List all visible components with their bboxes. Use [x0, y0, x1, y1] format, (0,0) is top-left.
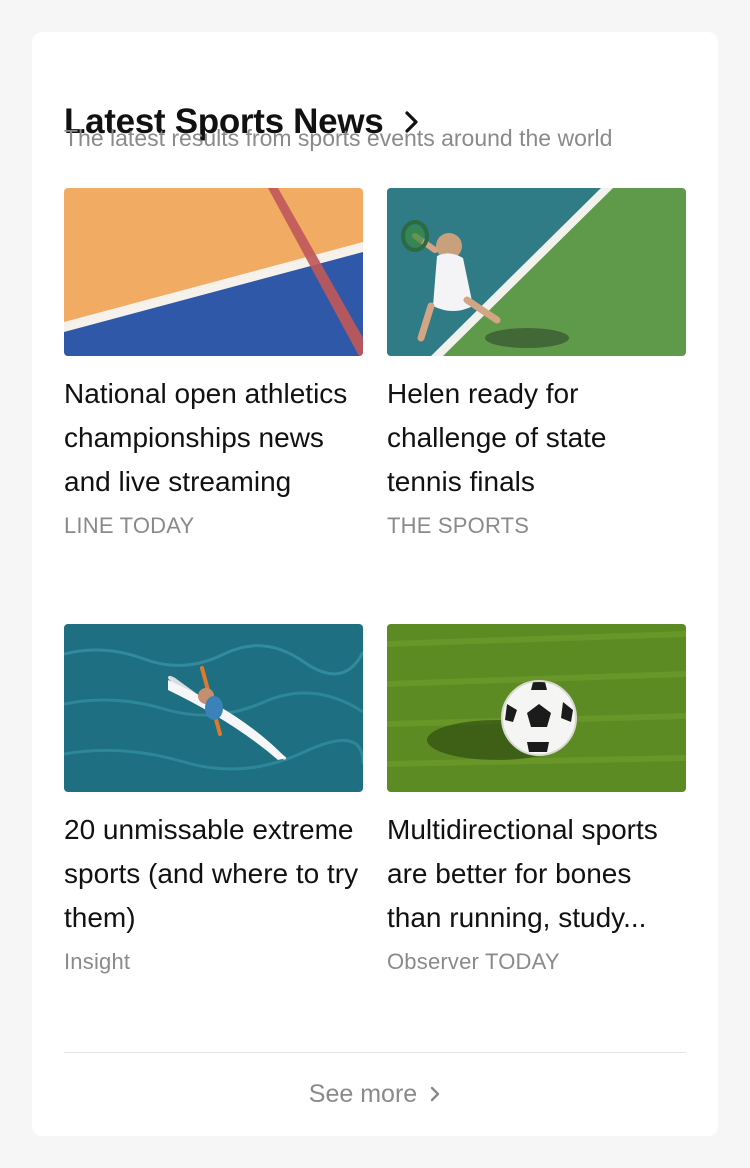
article-card[interactable]: Multidirectional sports are better for b… — [387, 624, 686, 984]
article-source: Observer TODAY — [387, 949, 560, 974]
track-court-image — [64, 188, 363, 356]
footer-divider — [64, 1052, 686, 1053]
section-subtitle: The latest results from sports events ar… — [64, 125, 613, 151]
sports-news-card: Latest Sports News The latest results fr… — [32, 32, 718, 1136]
article-headline[interactable]: 20 unmissable extreme sports (and where … — [64, 808, 363, 940]
chevron-right-icon[interactable] — [429, 1085, 441, 1103]
tennis-player-image — [387, 188, 686, 356]
article-source: LINE TODAY — [64, 513, 195, 538]
article-card[interactable]: Helen ready for challenge of state tenni… — [387, 188, 686, 548]
soccer-ball-image — [387, 624, 686, 792]
article-card[interactable]: 20 unmissable extreme sports (and where … — [64, 624, 363, 984]
see-more-button[interactable]: See more — [32, 1072, 718, 1116]
article-headline[interactable]: Helen ready for challenge of state tenni… — [387, 372, 686, 504]
article-headline[interactable]: National open athletics championships ne… — [64, 372, 363, 504]
see-more-label[interactable]: See more — [309, 1080, 417, 1109]
paddleboard-image — [64, 624, 363, 792]
article-source: THE SPORTS — [387, 513, 530, 538]
article-source: Insight — [64, 949, 131, 974]
article-card[interactable]: National open athletics championships ne… — [64, 188, 363, 548]
article-headline[interactable]: Multidirectional sports are better for b… — [387, 808, 686, 940]
